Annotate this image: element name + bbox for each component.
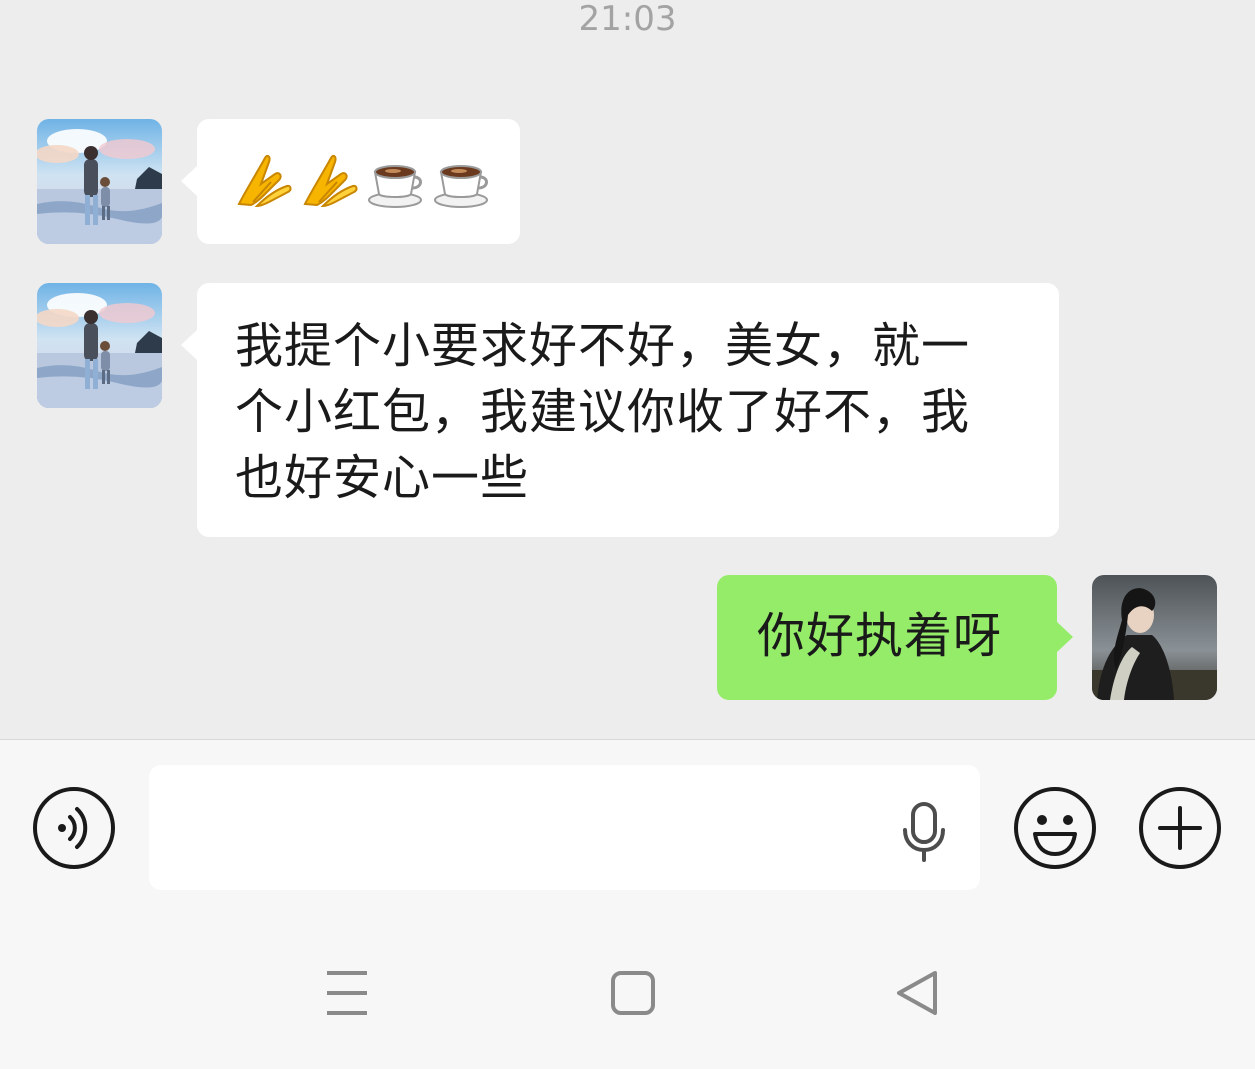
message-bubble-incoming[interactable]: 我提个小要求好不好，美女，就一 个小红包，我建议你收了好不，我 也好安心一些 [181,283,1059,537]
menu-icon [327,971,367,1015]
contact-avatar[interactable] [37,283,162,408]
message-line: 也好安心一些 [235,450,530,506]
emoji-row [235,152,520,210]
back-triangle-icon [897,971,937,1015]
input-bar [0,740,1255,915]
message-line: 个小红包，我建议你收了好不，我 [235,384,971,440]
plus-icon [1139,787,1221,869]
more-options-button[interactable] [1138,786,1222,870]
system-nav-bar [0,915,1255,1069]
avatar-image [37,119,162,244]
coffee-icon [368,165,422,208]
recent-apps-button[interactable] [317,963,377,1023]
emoji-button[interactable] [1013,786,1097,870]
microphone-button[interactable] [897,800,951,864]
voice-mode-button[interactable] [32,786,116,870]
message-line: 我提个小要求好不好，美女，就一 [235,318,971,374]
home-square-icon [611,971,655,1015]
message-timestamp: 21:03 [578,0,677,39]
chat-area[interactable]: 21:03 我提个小要求好不好，美女，就一 个小红包，我建议你收了好不，我 也好… [0,0,1255,740]
message-text: 你好执着呀 [757,608,1003,664]
my-avatar[interactable] [1092,575,1217,700]
voice-mode-icon [33,787,115,869]
microphone-icon [903,802,945,862]
folded-hands-icon [303,154,358,208]
coffee-icon [434,165,488,208]
back-button[interactable] [887,963,947,1023]
avatar-image [37,283,162,408]
message-bubble-outgoing[interactable]: 你好执着呀 [717,575,1073,700]
folded-hands-icon [237,154,292,208]
home-button[interactable] [603,963,663,1023]
contact-avatar[interactable] [37,119,162,244]
smiley-icon [1014,787,1096,869]
message-bubble-incoming[interactable] [181,119,520,244]
message-text: 我提个小要求好不好，美女，就一 个小红包，我建议你收了好不，我 也好安心一些 [235,313,1029,511]
avatar-image [1092,575,1217,700]
message-input[interactable] [149,765,980,890]
